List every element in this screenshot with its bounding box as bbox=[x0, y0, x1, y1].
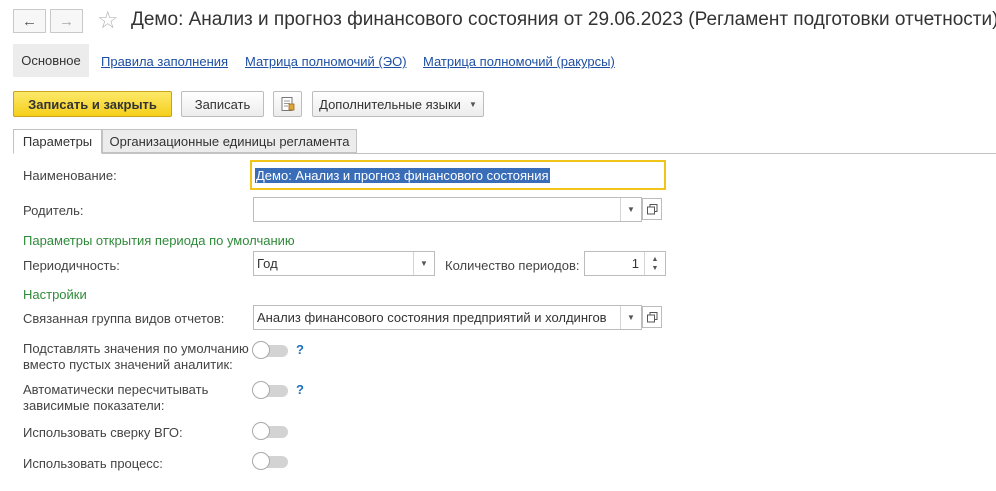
auto-recalc-label-line2: зависимые показатели: bbox=[23, 398, 165, 413]
document-report-icon bbox=[281, 97, 294, 111]
periodicity-dropdown-button[interactable]: ▼ bbox=[413, 252, 434, 275]
vgo-reconciliation-label: Использовать сверку ВГО: bbox=[23, 425, 183, 440]
parent-label: Родитель: bbox=[23, 203, 84, 218]
report-group-open-button[interactable] bbox=[642, 306, 662, 328]
favorite-star-icon[interactable]: ☆ bbox=[97, 6, 119, 35]
report-group-dropdown-button[interactable]: ▼ bbox=[620, 306, 641, 329]
periodicity-label: Периодичность: bbox=[23, 258, 120, 273]
arrow-right-icon: → bbox=[59, 12, 74, 30]
forward-button[interactable]: → bbox=[50, 9, 83, 33]
parent-input[interactable]: ▼ bbox=[253, 197, 642, 222]
stepper-up-icon[interactable]: ▲ bbox=[652, 255, 659, 264]
report-group-value: Анализ финансового состояния предприятий… bbox=[257, 310, 607, 325]
substitute-defaults-label-line1: Подставлять значения по умолчанию bbox=[23, 341, 249, 356]
name-value: Демо: Анализ и прогноз финансового состо… bbox=[255, 167, 550, 183]
report-button[interactable] bbox=[273, 91, 302, 117]
parent-open-button[interactable] bbox=[642, 198, 662, 220]
open-window-icon bbox=[646, 311, 657, 322]
additional-languages-label: Дополнительные языки bbox=[319, 96, 461, 112]
chevron-down-icon: ▼ bbox=[420, 259, 428, 268]
auto-recalc-label-line1: Автоматически пересчитывать bbox=[23, 382, 209, 397]
period-count-stepper[interactable]: ▲ ▼ bbox=[644, 252, 665, 275]
nav-item-main[interactable]: Основное bbox=[13, 44, 89, 77]
nav-link-fill-rules[interactable]: Правила заполнения bbox=[101, 54, 228, 69]
period-section-heading: Параметры открытия периода по умолчанию bbox=[23, 233, 295, 248]
chevron-down-icon: ▼ bbox=[627, 205, 635, 214]
periodicity-value: Год bbox=[257, 256, 278, 271]
back-button[interactable]: ← bbox=[13, 9, 46, 33]
name-label: Наименование: bbox=[23, 168, 117, 183]
auto-recalc-toggle[interactable] bbox=[252, 381, 288, 399]
nav-link-authority-matrix-eo[interactable]: Матрица полномочий (ЭО) bbox=[245, 54, 407, 69]
substitute-defaults-label-line2: вместо пустых значений аналитик: bbox=[23, 357, 233, 372]
tab-org-units[interactable]: Организационные единицы регламента bbox=[102, 129, 357, 153]
save-and-close-button[interactable]: Записать и закрыть bbox=[13, 91, 172, 117]
chevron-down-icon: ▼ bbox=[468, 99, 477, 109]
page-title: Демо: Анализ и прогноз финансового состо… bbox=[131, 9, 996, 30]
period-count-input[interactable]: 1 ▲ ▼ bbox=[584, 251, 666, 276]
chevron-down-icon: ▼ bbox=[627, 313, 635, 322]
vgo-reconciliation-toggle[interactable] bbox=[252, 422, 288, 440]
tab-parameters[interactable]: Параметры bbox=[13, 129, 102, 154]
use-process-label: Использовать процесс: bbox=[23, 456, 163, 471]
nav-link-authority-matrix-views[interactable]: Матрица полномочий (ракурсы) bbox=[423, 54, 615, 69]
period-count-label: Количество периодов: bbox=[445, 258, 580, 273]
substitute-defaults-help-icon[interactable]: ? bbox=[296, 342, 304, 357]
additional-languages-button[interactable]: Дополнительные языки ▼ bbox=[312, 91, 484, 117]
tab-divider bbox=[13, 153, 996, 154]
auto-recalc-help-icon[interactable]: ? bbox=[296, 382, 304, 397]
report-group-select[interactable]: Анализ финансового состояния предприятий… bbox=[253, 305, 642, 330]
report-group-label: Связанная группа видов отчетов: bbox=[23, 311, 225, 326]
use-process-toggle[interactable] bbox=[252, 452, 288, 470]
periodicity-select[interactable]: Год ▼ bbox=[253, 251, 435, 276]
substitute-defaults-toggle[interactable] bbox=[252, 341, 288, 359]
period-count-value: 1 bbox=[631, 256, 639, 271]
parent-dropdown-button[interactable]: ▼ bbox=[620, 198, 641, 221]
name-input[interactable]: Демо: Анализ и прогноз финансового состо… bbox=[250, 160, 666, 190]
stepper-down-icon[interactable]: ▼ bbox=[652, 264, 659, 273]
save-button[interactable]: Записать bbox=[181, 91, 264, 117]
arrow-left-icon: ← bbox=[22, 12, 37, 30]
settings-section-heading: Настройки bbox=[23, 287, 87, 302]
open-window-icon bbox=[646, 203, 657, 214]
